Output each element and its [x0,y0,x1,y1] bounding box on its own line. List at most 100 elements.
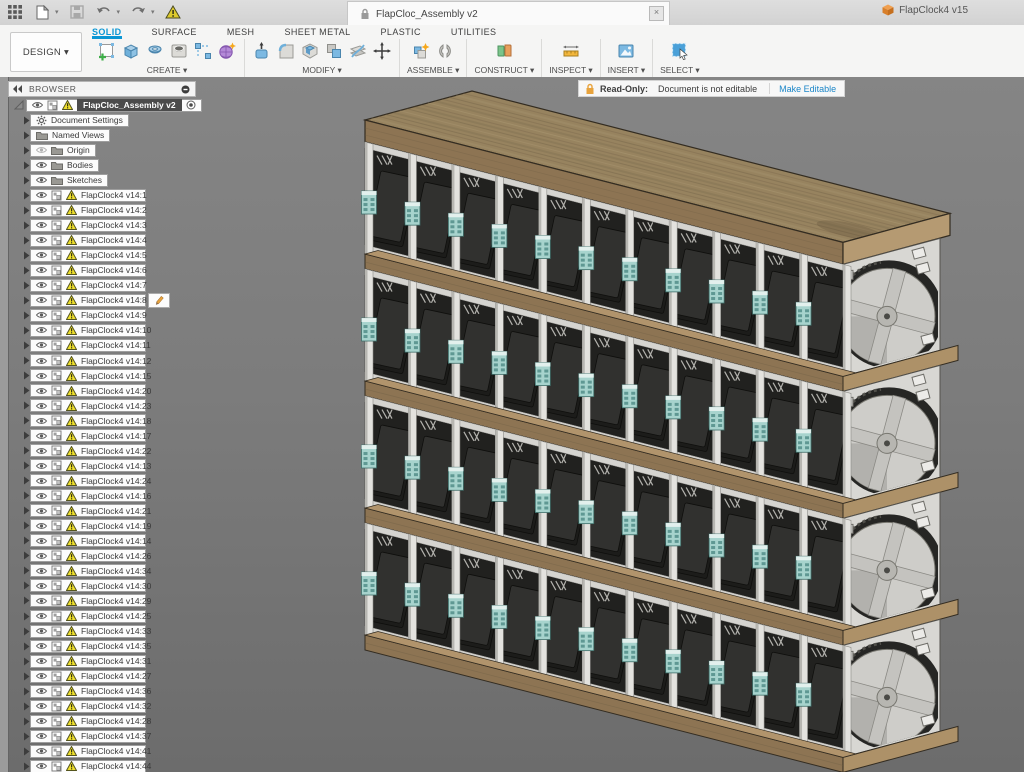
browser-item-component[interactable]: FlapClock4 v14:36 [14,684,146,698]
file-menu-caret[interactable]: ▾ [55,8,59,16]
folder-chip[interactable]: Sketches [30,174,108,187]
workspace-selector[interactable]: DESIGN ▾ [10,32,82,72]
split-body-icon[interactable] [348,41,368,61]
ribbon-tab-mesh[interactable]: MESH [227,25,255,39]
component-chip[interactable]: FlapClock4 v14:30 [30,579,146,592]
component-chip[interactable]: FlapClock4 v14:1 [30,189,146,202]
hole-icon[interactable] [169,41,189,61]
ribbon-tab-surface[interactable]: SURFACE [152,25,197,39]
extrude-icon[interactable] [121,41,141,61]
ribbon-group-label[interactable]: ASSEMBLE ▾ [407,65,459,76]
folder-chip[interactable]: Named Views [30,129,110,142]
combine-icon[interactable] [324,41,344,61]
component-chip[interactable]: FlapClock4 v14:34 [30,564,146,577]
save-icon[interactable] [68,3,86,21]
browser-item-component[interactable]: FlapClock4 v14:1 [14,188,146,202]
component-chip[interactable]: FlapClock4 v14:17 [30,429,146,442]
browser-item-bodies[interactable]: Bodies [14,158,99,172]
browser-item-component[interactable]: FlapClock4 v14:19 [14,519,146,533]
browser-item-document-settings[interactable]: Document Settings [14,113,129,127]
browser-item-component[interactable]: FlapClock4 v14:37 [14,729,146,743]
browser-item-component[interactable]: FlapClock4 v14:24 [14,474,146,488]
component-chip[interactable]: FlapClock4 v14:16 [30,489,146,502]
browser-item-component[interactable]: FlapClock4 v14:13 [14,459,146,473]
browser-item-component[interactable]: FlapClock4 v14:6 [14,263,146,277]
folder-chip[interactable]: Bodies [30,159,99,172]
component-chip[interactable]: FlapClock4 v14:7 [30,279,146,292]
undo-menu-caret[interactable]: ▾ [117,8,121,16]
press-pull-icon[interactable] [252,41,272,61]
component-chip[interactable]: FlapClock4 v14:31 [30,655,146,668]
component-chip[interactable]: FlapClock4 v14:11 [30,339,146,352]
ribbon-group-label[interactable]: CREATE ▾ [147,65,187,76]
ribbon-tab-solid[interactable]: SOLID [92,25,122,39]
warning-icon[interactable] [164,3,182,21]
component-chip[interactable]: FlapClock4 v14:33 [30,625,146,638]
component-chip[interactable]: FlapClock4 v14:32 [30,700,146,713]
file-icon[interactable] [33,3,51,21]
new-component-icon[interactable] [411,41,431,61]
component-chip[interactable]: FlapClock4 v14:13 [30,459,146,472]
redo-menu-caret[interactable]: ▾ [151,8,155,16]
component-chip[interactable]: FlapClock4 v14:12 [30,354,146,367]
browser-item-component[interactable]: FlapClock4 v14:30 [14,579,146,593]
ribbon-tab-sheet-metal[interactable]: SHEET METAL [284,25,350,39]
browser-item-component[interactable]: FlapClock4 v14:7 [14,278,146,292]
move-icon[interactable] [372,41,392,61]
component-chip[interactable]: FlapClock4 v14:23 [30,399,146,412]
ribbon-group-label[interactable]: CONSTRUCT ▾ [474,65,534,76]
browser-item-component[interactable]: FlapClock4 v14:9 [14,308,146,322]
make-editable-link[interactable]: Make Editable [779,84,836,94]
browser-item-component[interactable]: FlapClock4 v14:8 [14,293,146,307]
component-chip[interactable]: FlapClock4 v14:9 [30,309,146,322]
secondary-document-label[interactable]: FlapClock4 v15 [882,4,968,16]
browser-item-component[interactable]: FlapClock4 v14:44 [14,759,146,772]
browser-item-component[interactable]: FlapClock4 v14:41 [14,744,146,758]
browser-item-component[interactable]: FlapClock4 v14:34 [14,564,146,578]
ribbon-tab-utilities[interactable]: UTILITIES [451,25,497,39]
browser-item-component[interactable]: FlapClock4 v14:18 [14,414,146,428]
browser-item-component[interactable]: FlapClock4 v14:5 [14,248,146,262]
browser-item-origin[interactable]: Origin [14,143,96,157]
browser-item-component[interactable]: FlapClock4 v14:20 [14,384,146,398]
browser-item-component[interactable]: FlapClock4 v14:17 [14,429,146,443]
joint-icon[interactable] [435,41,455,61]
undo-icon[interactable] [95,3,113,21]
browser-item-component[interactable]: FlapClock4 v14:26 [14,549,146,563]
revolve-icon[interactable] [145,41,165,61]
browser-item-component[interactable]: FlapClock4 v14:3 [14,218,146,232]
component-chip[interactable]: FlapClock4 v14:35 [30,640,146,653]
app-grid-icon[interactable] [6,3,24,21]
root-component-chip[interactable]: FlapCloc_Assembly v2 [26,99,202,112]
edit-in-place-icon[interactable] [148,293,170,308]
folder-chip[interactable]: Document Settings [30,114,129,127]
component-chip[interactable]: FlapClock4 v14:5 [30,249,146,262]
component-chip[interactable]: FlapClock4 v14:41 [30,745,146,758]
shell-icon[interactable] [300,41,320,61]
browser-item-component[interactable]: FlapClock4 v14:27 [14,669,146,683]
component-chip[interactable]: FlapClock4 v14:37 [30,730,146,743]
browser-item-component[interactable]: FlapClock4 v14:10 [14,323,146,337]
component-chip[interactable]: FlapClock4 v14:3 [30,219,146,232]
browser-item-component[interactable]: FlapClock4 v14:11 [14,338,146,352]
folder-chip[interactable]: Origin [30,144,96,157]
pattern-icon[interactable] [193,41,213,61]
flap-clock-assembly[interactable] [362,91,959,772]
component-chip[interactable]: FlapClock4 v14:25 [30,610,146,623]
component-chip[interactable]: FlapClock4 v14:27 [30,670,146,683]
browser-item-component[interactable]: FlapClock4 v14:23 [14,399,146,413]
viewport-3d[interactable]: Read-Only: Document is not editable Make… [0,77,1024,772]
component-chip[interactable]: FlapClock4 v14:8 [30,294,146,307]
browser-item-component[interactable]: FlapClock4 v14:29 [14,594,146,608]
browser-item-component[interactable]: FlapClock4 v14:14 [14,534,146,548]
component-chip[interactable]: FlapClock4 v14:18 [30,414,146,427]
component-chip[interactable]: FlapClock4 v14:26 [30,549,146,562]
component-chip[interactable]: FlapClock4 v14:29 [30,594,146,607]
browser-item-component[interactable]: FlapClock4 v14:22 [14,444,146,458]
component-chip[interactable]: FlapClock4 v14:24 [30,474,146,487]
ribbon-group-label[interactable]: MODIFY ▾ [302,65,342,76]
component-chip[interactable]: FlapClock4 v14:28 [30,715,146,728]
browser-item-component[interactable]: FlapClock4 v14:28 [14,714,146,728]
measure-icon[interactable] [561,41,581,61]
browser-item-component[interactable]: FlapClock4 v14:12 [14,354,146,368]
